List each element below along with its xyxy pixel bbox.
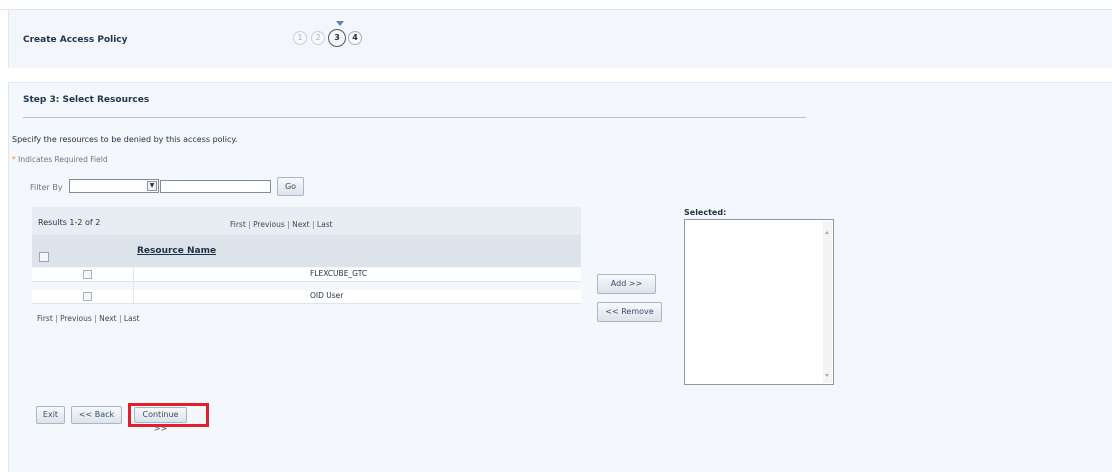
selected-list-label: Selected: (684, 208, 727, 217)
resource-name-cell: FLEXCUBE_GTC (310, 269, 368, 278)
select-all-checkbox[interactable] (39, 252, 49, 262)
required-note-text: Indicates Required Field (15, 155, 108, 164)
pagination-previous-link[interactable]: Previous (253, 220, 285, 229)
page-title: Create Access Policy (23, 35, 128, 45)
selected-list[interactable] (684, 219, 834, 385)
pagination-first-link[interactable]: First (37, 314, 53, 323)
section-title: Step 3: Select Resources (23, 95, 150, 105)
back-button[interactable]: << Back (71, 406, 122, 424)
instruction-text: Specify the resources to be denied by th… (12, 135, 238, 144)
pagination-bottom: First | Previous | Next | Last (37, 314, 140, 323)
filter-text-input[interactable] (160, 180, 271, 193)
results-count: Results 1-2 of 2 (38, 218, 101, 227)
remove-button[interactable]: << Remove (597, 302, 662, 322)
scroll-down-icon[interactable] (825, 374, 829, 377)
pagination-first-link[interactable]: First (230, 220, 246, 229)
filter-field-select[interactable]: ▼ (69, 179, 159, 193)
header-panel (8, 10, 1112, 68)
section-divider (23, 117, 806, 118)
table-row: OID User (32, 290, 581, 304)
continue-highlight-box (128, 403, 209, 427)
dropdown-arrow-icon[interactable]: ▼ (147, 181, 157, 191)
go-button[interactable]: Go (277, 177, 304, 196)
table-header-row (32, 235, 581, 267)
table-row: FLEXCUBE_GTC (32, 268, 581, 282)
scroll-up-icon[interactable] (825, 231, 829, 234)
pagination-top: First | Previous | Next | Last (230, 220, 333, 229)
row-checkbox[interactable] (83, 292, 92, 301)
pagination-last-link[interactable]: Last (124, 314, 140, 323)
current-step-marker-icon (336, 21, 344, 26)
train-step-3-current: 3 (328, 29, 346, 47)
pagination-next-link[interactable]: Next (99, 314, 116, 323)
column-divider (133, 267, 134, 303)
required-field-note: * Indicates Required Field (12, 155, 108, 164)
column-header-resource-name[interactable]: Resource Name (137, 246, 216, 256)
exit-button[interactable]: Exit (36, 406, 65, 424)
resource-name-cell: OID User (310, 291, 344, 300)
train-step-2[interactable]: 2 (311, 31, 325, 45)
add-button[interactable]: Add >> (597, 274, 656, 294)
train-step-4[interactable]: 4 (348, 31, 362, 45)
pagination-previous-link[interactable]: Previous (60, 314, 92, 323)
row-checkbox[interactable] (83, 270, 92, 279)
pagination-last-link[interactable]: Last (317, 220, 333, 229)
filter-label: Filter By (30, 183, 63, 192)
train-step-1[interactable]: 1 (293, 31, 307, 45)
selected-list-scrollbar[interactable] (823, 221, 832, 383)
pagination-next-link[interactable]: Next (292, 220, 309, 229)
